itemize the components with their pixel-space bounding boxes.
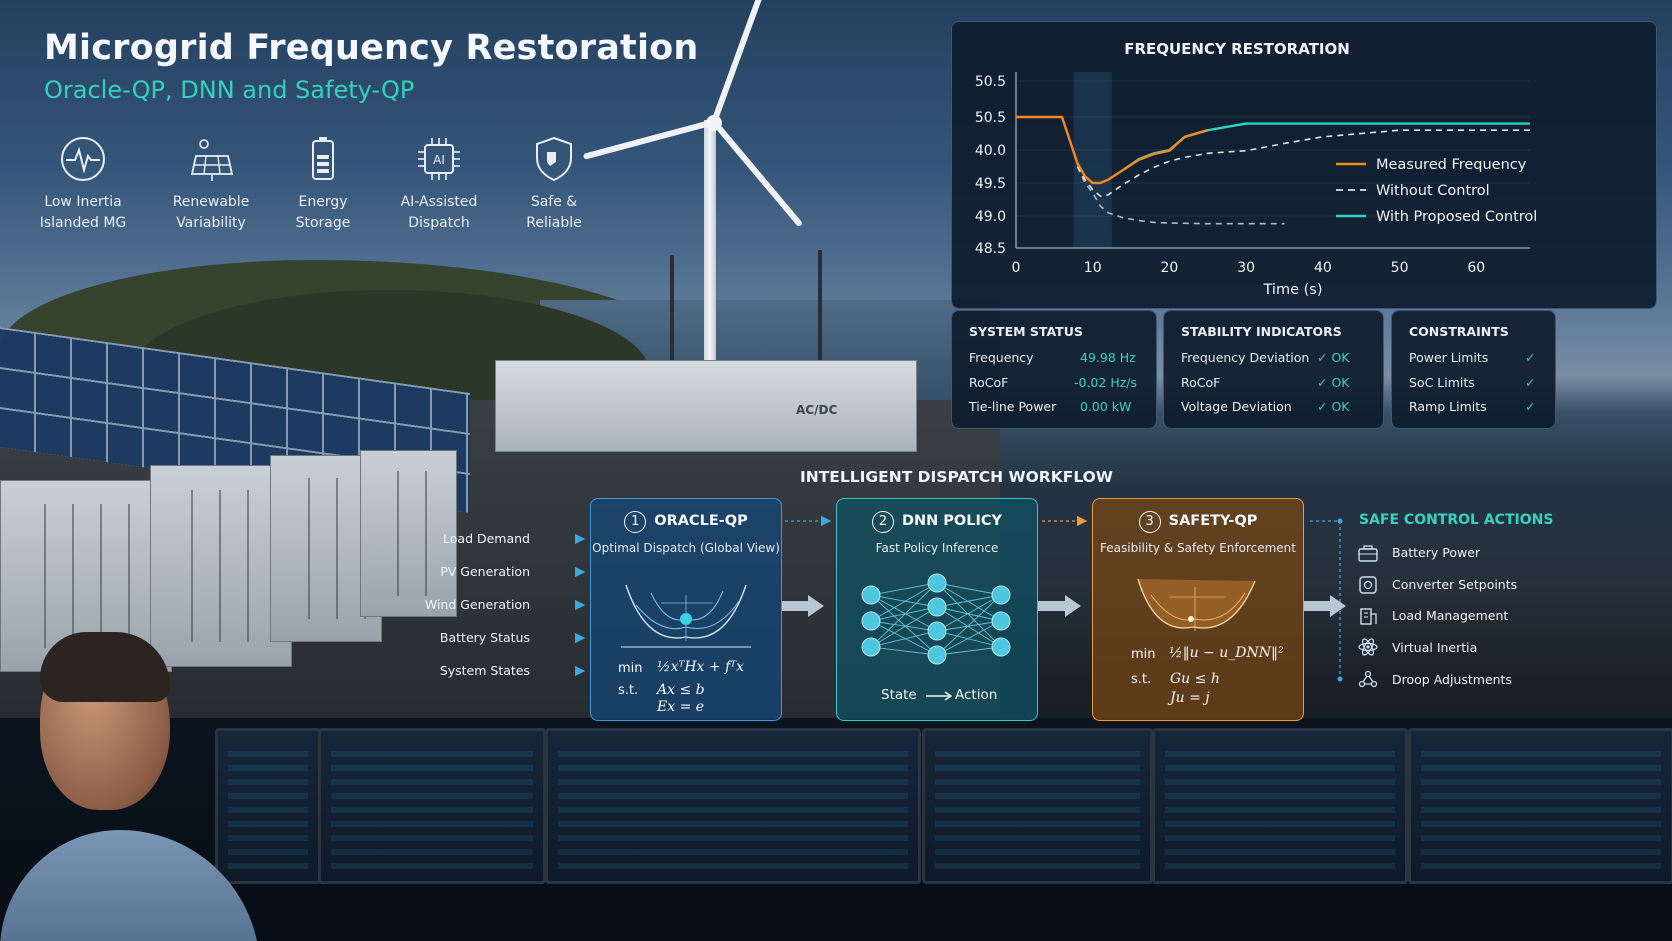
action-droop-adjustments: Droop Adjustments — [1392, 672, 1512, 687]
oracle-objective: ½xᵀHx + fᵀx — [657, 659, 745, 675]
safety-st-label: s.t. — [1131, 672, 1152, 687]
converter-gear-icon — [1359, 576, 1377, 594]
safety-subtitle: Feasibility & Safety Enforcement — [1100, 541, 1296, 555]
network-droop-icon — [1358, 670, 1378, 688]
safety-qp-card: 3 SAFETY-QP Feasibility & Safety Enforcem… — [1092, 498, 1304, 721]
input-battery-status: Battery Status — [439, 630, 530, 645]
oracle-constraint: Ex = e — [657, 699, 705, 715]
safety-constraint: Ju = j — [1170, 690, 1210, 706]
safe-control-actions-title: SAFE CONTROL ACTIONS — [1359, 512, 1554, 528]
arrow-right-icon — [926, 691, 953, 701]
dnn-subtitle: Fast Policy Inference — [875, 541, 999, 555]
qp-surface-icon — [621, 584, 751, 648]
action-converter-setpoints: Converter Setpoints — [1392, 577, 1518, 592]
action-battery-power: Battery Power — [1392, 545, 1481, 560]
workflow-connectors — [574, 515, 1346, 682]
infographic-canvas: { "header": { "title": "Microgrid Freque… — [0, 0, 1672, 941]
safety-surface-icon — [1137, 578, 1256, 631]
dnn-policy-card: 2 DNN POLICY Fast Policy Inference State … — [836, 498, 1038, 721]
input-system-states: System States — [439, 663, 530, 678]
step-number: 3 — [1138, 511, 1161, 533]
step-number: 1 — [624, 511, 647, 533]
oracle-qp-card: 1 ORACLE-QP Optimal Dispatch (Global View… — [590, 498, 782, 721]
action-load-management: Load Management — [1392, 608, 1509, 623]
safety-title: SAFETY-QP — [1168, 513, 1258, 529]
step-number: 2 — [871, 511, 894, 533]
inertia-atom-icon — [1358, 638, 1378, 656]
neural-network-icon — [861, 573, 1011, 665]
dnn-state-label: State — [881, 687, 917, 703]
battery-toolbox-icon — [1358, 545, 1378, 562]
oracle-st-label: s.t. — [618, 683, 639, 698]
safety-constraint: Gu ≤ h — [1170, 671, 1220, 687]
building-load-icon — [1360, 608, 1377, 625]
oracle-subtitle: Optimal Dispatch (Global View) — [592, 541, 780, 555]
action-virtual-inertia: Virtual Inertia — [1392, 640, 1478, 655]
safety-objective: ½‖u − u_DNN‖² — [1169, 645, 1284, 661]
input-load-demand: Load Demand — [443, 531, 530, 546]
oracle-constraint: Ax ≤ b — [657, 682, 705, 698]
dnn-title: DNN POLICY — [901, 513, 1003, 529]
oracle-title: ORACLE-QP — [654, 513, 748, 529]
dnn-action-label: Action — [955, 687, 998, 703]
oracle-min-label: min — [618, 661, 643, 676]
input-pv-generation: PV Generation — [440, 564, 530, 579]
safety-min-label: min — [1131, 647, 1156, 662]
input-wind-generation: Wind Generation — [424, 597, 530, 612]
